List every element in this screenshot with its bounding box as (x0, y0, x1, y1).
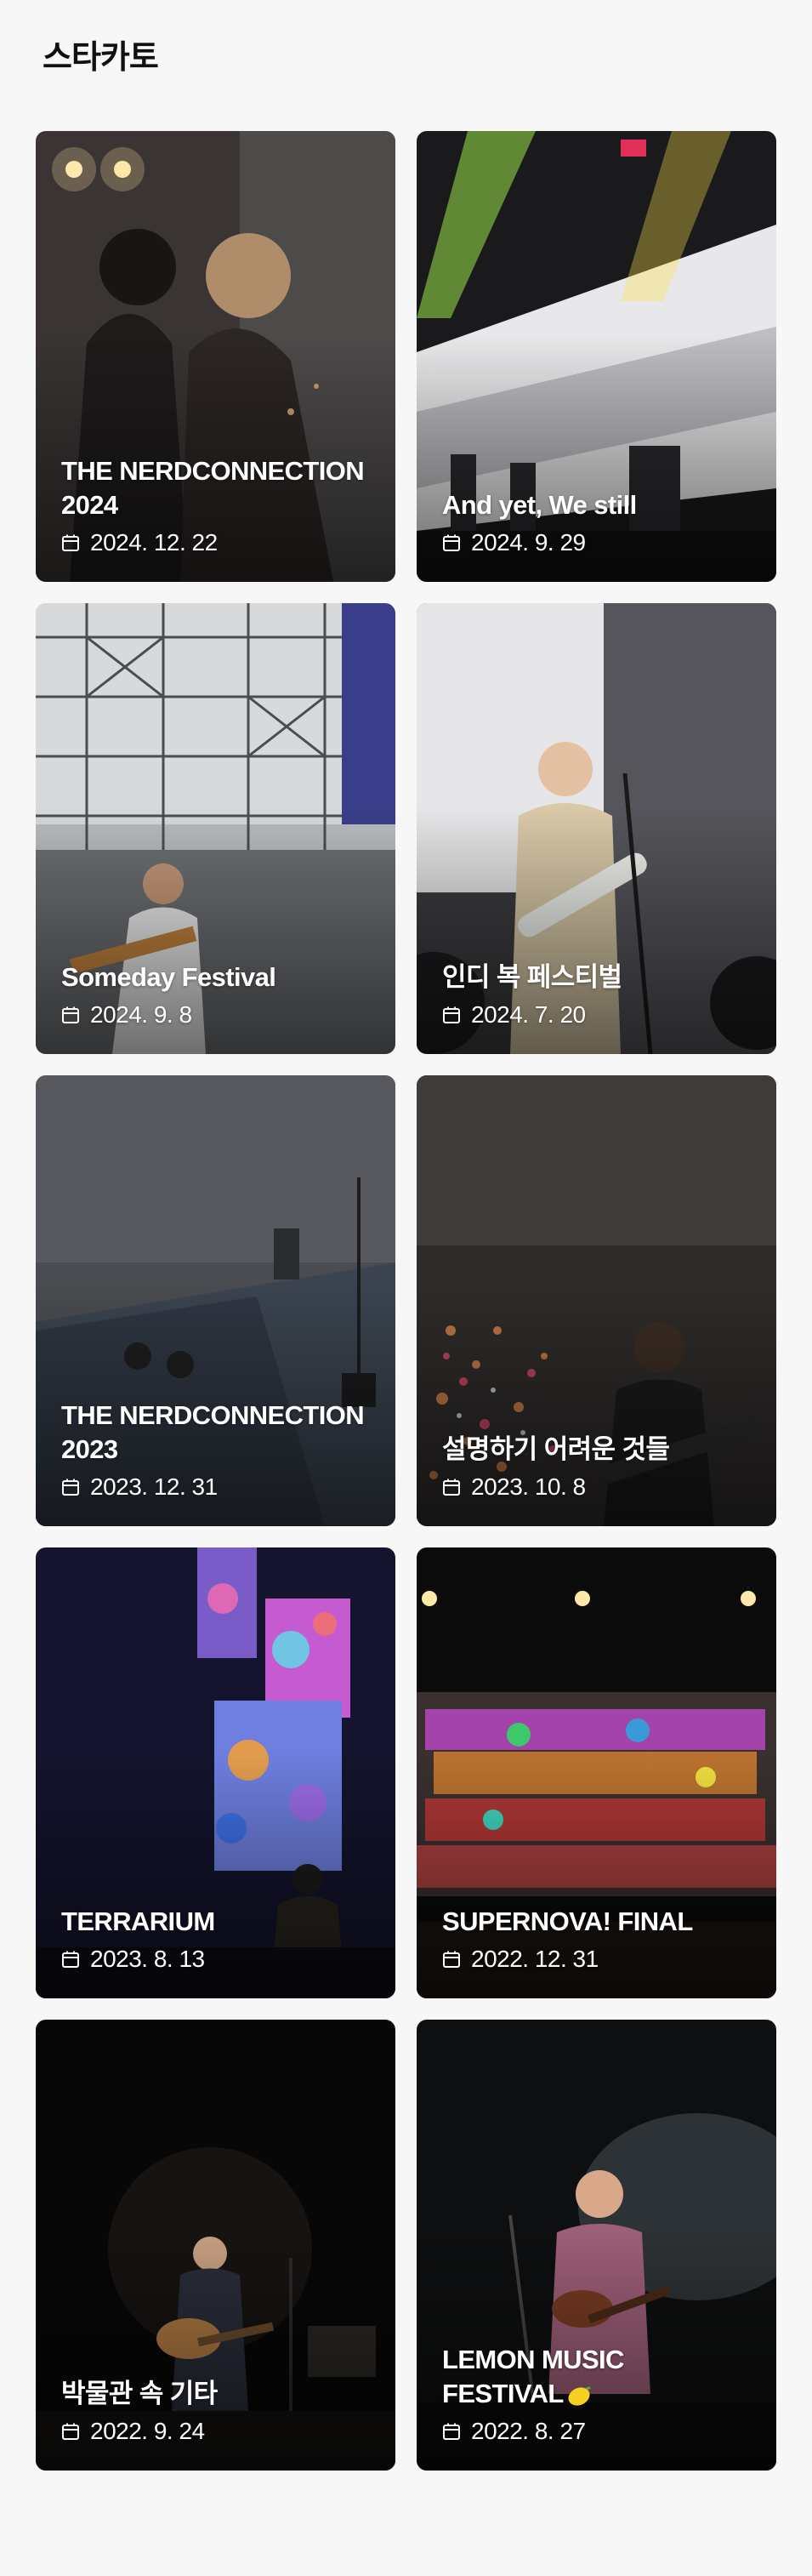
concert-card[interactable]: SUPERNOVA! FINAL 2022. 12. 31 (417, 1547, 776, 1998)
concert-title: 인디 복 페스티벌 (442, 962, 622, 992)
card-info: THE NERDCONNECTION 2023 2023. 12. 31 (61, 1399, 370, 1501)
concert-date-row: 2022. 12. 31 (442, 1946, 751, 1973)
concert-title: And yet, We still (442, 490, 637, 520)
card-info: THE NERDCONNECTION 2024 2024. 12. 22 (61, 454, 370, 556)
concert-date: 2023. 10. 8 (471, 1473, 586, 1500)
concert-card[interactable]: 인디 복 페스티벌 2024. 7. 20 (417, 603, 776, 1054)
concert-date: 2022. 8. 27 (471, 2418, 586, 2444)
concert-date: 2022. 9. 24 (90, 2418, 205, 2444)
calendar-icon (443, 1951, 460, 1968)
concert-date: 2024. 9. 8 (90, 1001, 192, 1028)
lemon-icon (568, 2386, 591, 2406)
concert-date-row: 2023. 8. 13 (61, 1946, 370, 1973)
calendar-icon (62, 1951, 79, 1968)
concert-date: 2024. 12. 22 (90, 529, 218, 556)
concert-title: 설명하기 어려운 것들 (442, 1434, 670, 1464)
concert-grid: THE NERDCONNECTION 2024 2024. 12. 22 And… (36, 131, 776, 2471)
concert-date-row: 2024. 9. 29 (442, 529, 751, 556)
concert-title: THE NERDCONNECTION 2023 (61, 1400, 365, 1464)
concert-date-row: 2024. 12. 22 (61, 529, 370, 556)
staccato-page: 스타카토 THE NERDCONNECTION 2024 2024. 12. 2… (0, 0, 812, 2576)
page-title: 스타카토 (43, 40, 159, 76)
concert-card[interactable]: THE NERDCONNECTION 2024 2024. 12. 22 (36, 131, 395, 582)
card-info: And yet, We still 2024. 9. 29 (442, 488, 751, 556)
calendar-icon (443, 534, 460, 551)
card-info: 인디 복 페스티벌 2024. 7. 20 (442, 960, 751, 1029)
concert-card[interactable]: LEMON MUSIC FESTIVAL 2022. 8. 27 (417, 2020, 776, 2471)
concert-card[interactable]: 박물관 속 기타 2022. 9. 24 (36, 2020, 395, 2471)
concert-title: TERRARIUM (61, 1906, 215, 1936)
concert-date-row: 2023. 12. 31 (61, 1473, 370, 1501)
concert-date: 2023. 8. 13 (90, 1946, 205, 1972)
concert-card[interactable]: TERRARIUM 2023. 8. 13 (36, 1547, 395, 1998)
concert-title: LEMON MUSIC FESTIVAL (442, 2343, 751, 2411)
concert-card[interactable]: Someday Festival 2024. 9. 8 (36, 603, 395, 1054)
calendar-icon (443, 1479, 460, 1496)
concert-date: 2024. 7. 20 (471, 1001, 586, 1028)
concert-date-row: 2024. 7. 20 (442, 1001, 751, 1029)
concert-date-row: 2023. 10. 8 (442, 1473, 751, 1501)
card-info: Someday Festival 2024. 9. 8 (61, 960, 370, 1029)
card-info: LEMON MUSIC FESTIVAL 2022. 8. 27 (442, 2343, 751, 2445)
concert-title: 박물관 속 기타 (61, 2379, 218, 2408)
concert-card[interactable]: And yet, We still 2024. 9. 29 (417, 131, 776, 582)
concert-date-row: 2022. 9. 24 (61, 2418, 370, 2445)
concert-date-row: 2024. 9. 8 (61, 1001, 370, 1029)
concert-title-text: LEMON MUSIC FESTIVAL (442, 2345, 624, 2408)
concert-title: SUPERNOVA! FINAL (442, 1906, 693, 1936)
concert-title: THE NERDCONNECTION 2024 (61, 456, 365, 520)
concert-card[interactable]: 설명하기 어려운 것들 2023. 10. 8 (417, 1075, 776, 1526)
calendar-icon (443, 1006, 460, 1023)
card-info: TERRARIUM 2023. 8. 13 (61, 1905, 370, 1973)
calendar-icon (443, 2423, 460, 2440)
concert-date: 2023. 12. 31 (90, 1473, 218, 1500)
card-info: 설명하기 어려운 것들 2023. 10. 8 (442, 1433, 751, 1501)
card-info: 박물관 속 기타 2022. 9. 24 (61, 2377, 370, 2445)
concert-date: 2024. 9. 29 (471, 529, 586, 556)
concert-card[interactable]: THE NERDCONNECTION 2023 2023. 12. 31 (36, 1075, 395, 1526)
calendar-icon (62, 2423, 79, 2440)
concert-date-row: 2022. 8. 27 (442, 2418, 751, 2445)
calendar-icon (62, 1479, 79, 1496)
concert-date: 2022. 12. 31 (471, 1946, 599, 1972)
card-info: SUPERNOVA! FINAL 2022. 12. 31 (442, 1905, 751, 1973)
calendar-icon (62, 1006, 79, 1023)
calendar-icon (62, 534, 79, 551)
concert-title: Someday Festival (61, 962, 276, 992)
